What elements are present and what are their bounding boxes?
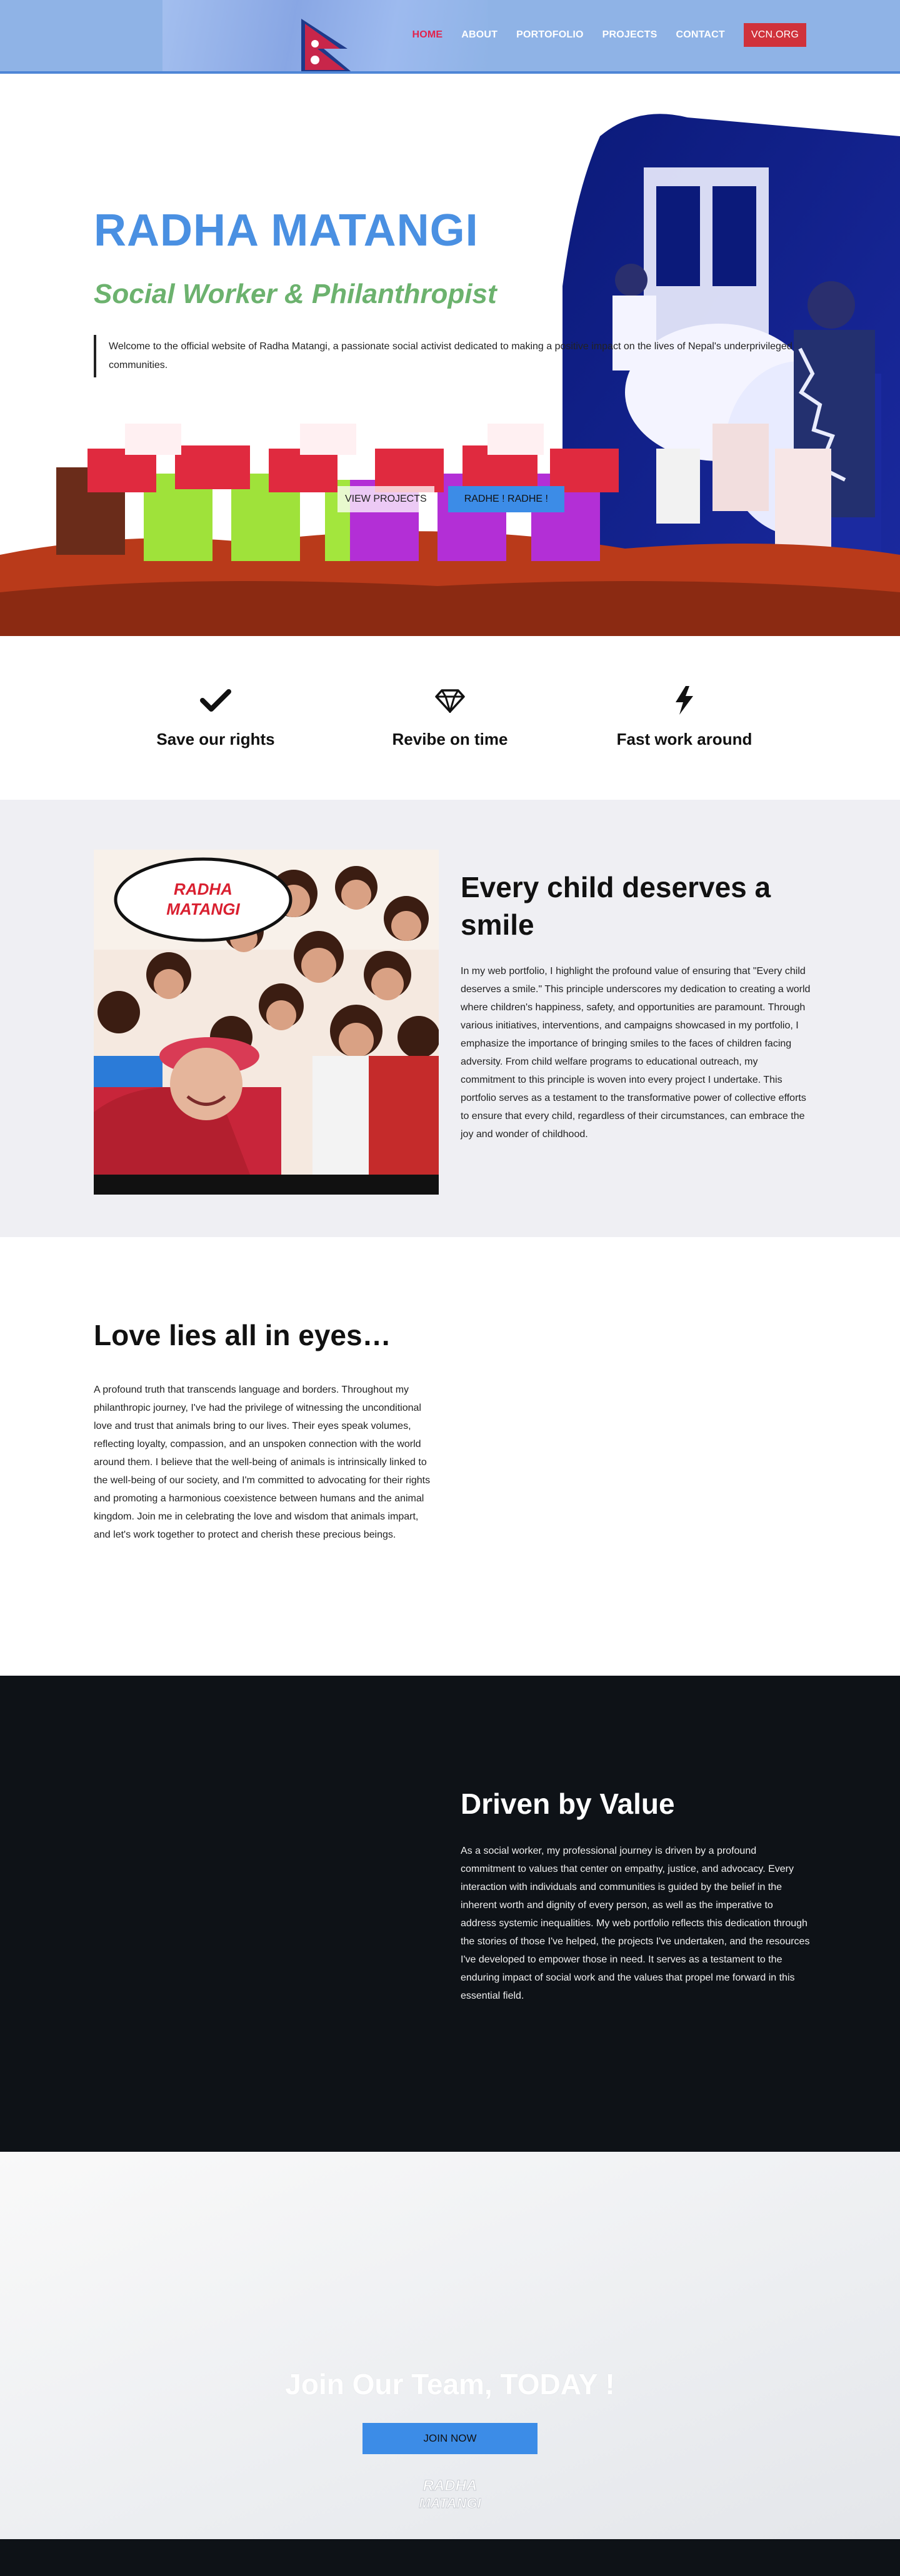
feature-label: Save our rights xyxy=(156,730,275,748)
children-group-photo: RADHA MATANGI xyxy=(94,850,439,1195)
hero-section: RADHA MATANGI Social Worker & Philanthro… xyxy=(0,74,900,636)
child-text-block: Every child deserves a smile In my web p… xyxy=(461,868,811,1143)
hero-subtitle: Social Worker & Philanthropist xyxy=(94,279,497,309)
feature-label: Fast work around xyxy=(616,730,752,748)
vcn-button[interactable]: VCN.ORG xyxy=(743,23,806,47)
check-icon xyxy=(200,689,231,712)
site-footer xyxy=(0,2539,900,2576)
svg-text:MATANGI: MATANGI xyxy=(419,2495,481,2511)
driven-section: Driven by Value As a social worker, my p… xyxy=(0,1676,900,2152)
radhe-radhe-button[interactable]: RADHE ! RADHE ! xyxy=(448,486,564,512)
view-projects-button[interactable]: VIEW PROJECTS xyxy=(338,486,434,512)
bolt-icon xyxy=(676,686,693,715)
join-now-button[interactable]: JOIN NOW xyxy=(362,2423,538,2454)
nav-contact[interactable]: CONTACT xyxy=(676,29,724,41)
features-section: Save our rights Revibe on time Fast work… xyxy=(0,636,900,800)
nav-about[interactable]: ABOUT xyxy=(461,29,498,41)
feature-label: Revibe on time xyxy=(392,730,508,748)
nav-projects[interactable]: PROJECTS xyxy=(602,29,658,41)
hero-actions: VIEW PROJECTS RADHE ! RADHE ! xyxy=(338,486,564,512)
main-nav: HOME ABOUT PORTOFOLIO PROJECTS CONTACT V… xyxy=(412,23,806,47)
radha-matangi-logo: RADHA MATANGI xyxy=(419,2477,481,2512)
hero-text-block: RADHA MATANGI Social Worker & Philanthro… xyxy=(94,205,812,377)
feature-save-rights: Save our rights xyxy=(99,685,333,800)
feature-fast-work: Fast work around xyxy=(568,685,802,800)
child-smile-section: RADHA MATANGI Every child deserves a smi… xyxy=(0,800,900,1237)
driven-text-block: Driven by Value As a social worker, my p… xyxy=(461,1787,811,2005)
love-text-block: Love lies all in eyes… A profound truth … xyxy=(94,1318,434,1544)
hero-title: RADHA MATANGI xyxy=(94,206,479,256)
site-header: HOME ABOUT PORTOFOLIO PROJECTS CONTACT V… xyxy=(0,0,900,74)
driven-title: Driven by Value xyxy=(461,1788,675,1820)
join-title: Join Our Team, TODAY ! xyxy=(285,2368,615,2400)
love-body: A profound truth that transcends languag… xyxy=(94,1385,431,1540)
love-title: Love lies all in eyes… xyxy=(94,1319,391,1351)
child-title: Every child deserves a smile xyxy=(461,871,771,941)
badge-text-line1: RADHA xyxy=(174,880,232,898)
hero-buckets-photo xyxy=(0,424,900,636)
feature-revibe: Revibe on time xyxy=(333,685,568,800)
nepal-flag-logo[interactable] xyxy=(299,19,356,74)
diamond-icon xyxy=(435,689,465,713)
love-section: Love lies all in eyes… A profound truth … xyxy=(0,1237,900,1676)
child-body: In my web portfolio, I highlight the pro… xyxy=(461,966,811,1140)
driven-body: As a social worker, my professional jour… xyxy=(461,1846,810,2001)
badge-text-line2: MATANGI xyxy=(166,900,240,918)
nav-home[interactable]: HOME xyxy=(412,29,442,41)
nav-portfolio[interactable]: PORTOFOLIO xyxy=(516,29,583,41)
hero-intro-text: Welcome to the official website of Radha… xyxy=(94,335,806,377)
join-section: Join Our Team, TODAY ! JOIN NOW RADHA MA… xyxy=(0,2152,900,2539)
svg-text:RADHA: RADHA xyxy=(423,2477,478,2494)
